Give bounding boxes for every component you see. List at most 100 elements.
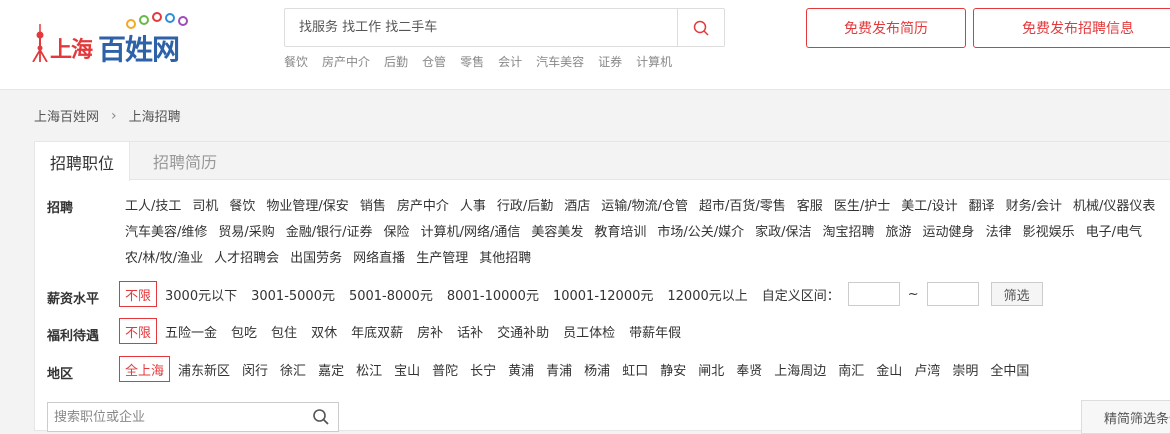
category-link[interactable]: 计算机/网络/通信 <box>421 220 521 246</box>
category-link[interactable]: 行政/后勤 <box>497 194 553 220</box>
search-button[interactable] <box>677 9 724 46</box>
region-option[interactable]: 杨浦 <box>584 360 610 379</box>
salary-option[interactable]: 8001-10000元 <box>447 285 539 304</box>
category-link[interactable]: 美容美发 <box>531 220 583 246</box>
region-option[interactable]: 静安 <box>660 360 686 379</box>
site-logo[interactable]: 上海 百姓网 <box>30 10 200 66</box>
tab-job-positions[interactable]: 招聘职位 <box>35 142 130 181</box>
category-link[interactable]: 旅游 <box>886 220 912 246</box>
salary-option[interactable]: 5001-8000元 <box>349 285 433 304</box>
benefit-option[interactable]: 房补 <box>417 322 443 341</box>
region-option[interactable]: 长宁 <box>470 360 496 379</box>
hotword-link[interactable]: 会计 <box>498 53 522 70</box>
benefit-option[interactable]: 包吃 <box>231 322 257 341</box>
category-link[interactable]: 金融/银行/证券 <box>286 220 373 246</box>
category-link[interactable]: 工人/技工 <box>125 194 181 220</box>
benefit-option[interactable]: 话补 <box>457 322 483 341</box>
benefit-option[interactable]: 包住 <box>271 322 297 341</box>
hotword-link[interactable]: 零售 <box>460 53 484 70</box>
hotword-link[interactable]: 汽车美容 <box>536 53 584 70</box>
category-link[interactable]: 法律 <box>986 220 1012 246</box>
category-link[interactable]: 家政/保洁 <box>755 220 811 246</box>
category-link[interactable]: 教育培训 <box>594 220 646 246</box>
region-option[interactable]: 金山 <box>876 360 902 379</box>
category-link[interactable]: 贸易/采购 <box>218 220 274 246</box>
category-link[interactable]: 医生/护士 <box>834 194 890 220</box>
hotword-link[interactable]: 证券 <box>598 53 622 70</box>
category-link[interactable]: 客服 <box>797 194 823 220</box>
breadcrumb-home[interactable]: 上海百姓网 <box>34 106 99 125</box>
category-link[interactable]: 酒店 <box>564 194 590 220</box>
hotword-link[interactable]: 计算机 <box>636 53 672 70</box>
region-option[interactable]: 松江 <box>356 360 382 379</box>
region-option[interactable]: 闵行 <box>242 360 268 379</box>
region-option[interactable]: 闸北 <box>698 360 724 379</box>
category-link[interactable]: 物业管理/保安 <box>266 194 348 220</box>
category-link[interactable]: 销售 <box>360 194 386 220</box>
category-link[interactable]: 餐饮 <box>229 194 255 220</box>
post-job-button[interactable]: 免费发布招聘信息 <box>973 8 1170 48</box>
category-link[interactable]: 财务/会计 <box>1006 194 1062 220</box>
benefit-option[interactable]: 双休 <box>311 322 337 341</box>
keyword-search-input[interactable] <box>48 403 298 431</box>
category-link[interactable]: 网络直播 <box>353 246 405 272</box>
salary-option-selected[interactable]: 不限 <box>119 281 158 307</box>
region-option[interactable]: 南汇 <box>838 360 864 379</box>
category-link[interactable]: 超市/百货/零售 <box>699 194 786 220</box>
category-link[interactable]: 翻译 <box>969 194 995 220</box>
salary-max-input[interactable] <box>926 282 979 306</box>
category-link[interactable]: 生产管理 <box>416 246 468 272</box>
benefit-option[interactable]: 五险一金 <box>165 322 217 341</box>
benefit-option[interactable]: 带薪年假 <box>629 322 681 341</box>
salary-option[interactable]: 3000元以下 <box>165 285 237 304</box>
category-link[interactable]: 淘宝招聘 <box>823 220 875 246</box>
region-option[interactable]: 嘉定 <box>318 360 344 379</box>
breadcrumb-current[interactable]: 上海招聘 <box>129 106 181 125</box>
category-link[interactable]: 出国劳务 <box>290 246 342 272</box>
hotword-link[interactable]: 餐饮 <box>284 53 308 70</box>
salary-option[interactable]: 3001-5000元 <box>251 285 335 304</box>
region-option[interactable]: 虹口 <box>622 360 648 379</box>
region-option[interactable]: 全中国 <box>990 360 1029 379</box>
search-input[interactable] <box>285 9 677 46</box>
category-link[interactable]: 农/林/牧/渔业 <box>125 246 203 272</box>
category-link[interactable]: 房产中介 <box>397 194 449 220</box>
benefit-option[interactable]: 交通补助 <box>497 322 549 341</box>
category-link[interactable]: 美工/设计 <box>901 194 957 220</box>
category-link[interactable]: 保险 <box>384 220 410 246</box>
region-option[interactable]: 浦东新区 <box>178 360 230 379</box>
region-option[interactable]: 卢湾 <box>914 360 940 379</box>
hotword-link[interactable]: 仓管 <box>422 53 446 70</box>
post-resume-button[interactable]: 免费发布简历 <box>806 8 966 48</box>
benefit-option[interactable]: 员工体检 <box>563 322 615 341</box>
category-link[interactable]: 机械/仪器仪表 <box>1073 194 1155 220</box>
salary-option[interactable]: 12000元以上 <box>667 285 747 304</box>
hotword-link[interactable]: 房产中介 <box>322 53 370 70</box>
category-link[interactable]: 运动健身 <box>923 220 975 246</box>
refine-filters-button[interactable]: 精简筛选条件 <box>1081 400 1170 434</box>
benefit-option[interactable]: 年底双薪 <box>351 322 403 341</box>
search-icon[interactable] <box>312 408 330 426</box>
region-option[interactable]: 崇明 <box>952 360 978 379</box>
benefit-option-selected[interactable]: 不限 <box>119 318 158 344</box>
category-link[interactable]: 汽车美容/维修 <box>125 220 207 246</box>
category-link[interactable]: 人才招聘会 <box>214 246 279 272</box>
category-link[interactable]: 市场/公关/媒介 <box>657 220 744 246</box>
tab-resumes[interactable]: 招聘简历 <box>130 142 240 180</box>
region-option-selected[interactable]: 全上海 <box>119 356 171 382</box>
category-link[interactable]: 人事 <box>460 194 486 220</box>
region-option[interactable]: 宝山 <box>394 360 420 379</box>
region-option[interactable]: 奉贤 <box>736 360 762 379</box>
salary-option[interactable]: 10001-12000元 <box>553 285 653 304</box>
category-link[interactable]: 司机 <box>192 194 218 220</box>
category-link[interactable]: 其他招聘 <box>479 246 531 272</box>
region-option[interactable]: 普陀 <box>432 360 458 379</box>
category-link[interactable]: 电子/电气 <box>1086 220 1142 246</box>
hotword-link[interactable]: 后勤 <box>384 53 408 70</box>
filter-button[interactable]: 筛选 <box>990 282 1043 306</box>
category-link[interactable]: 影视娱乐 <box>1023 220 1075 246</box>
region-option[interactable]: 黄浦 <box>508 360 534 379</box>
region-option[interactable]: 青浦 <box>546 360 572 379</box>
salary-min-input[interactable] <box>847 282 900 306</box>
category-link[interactable]: 运输/物流/仓管 <box>601 194 688 220</box>
